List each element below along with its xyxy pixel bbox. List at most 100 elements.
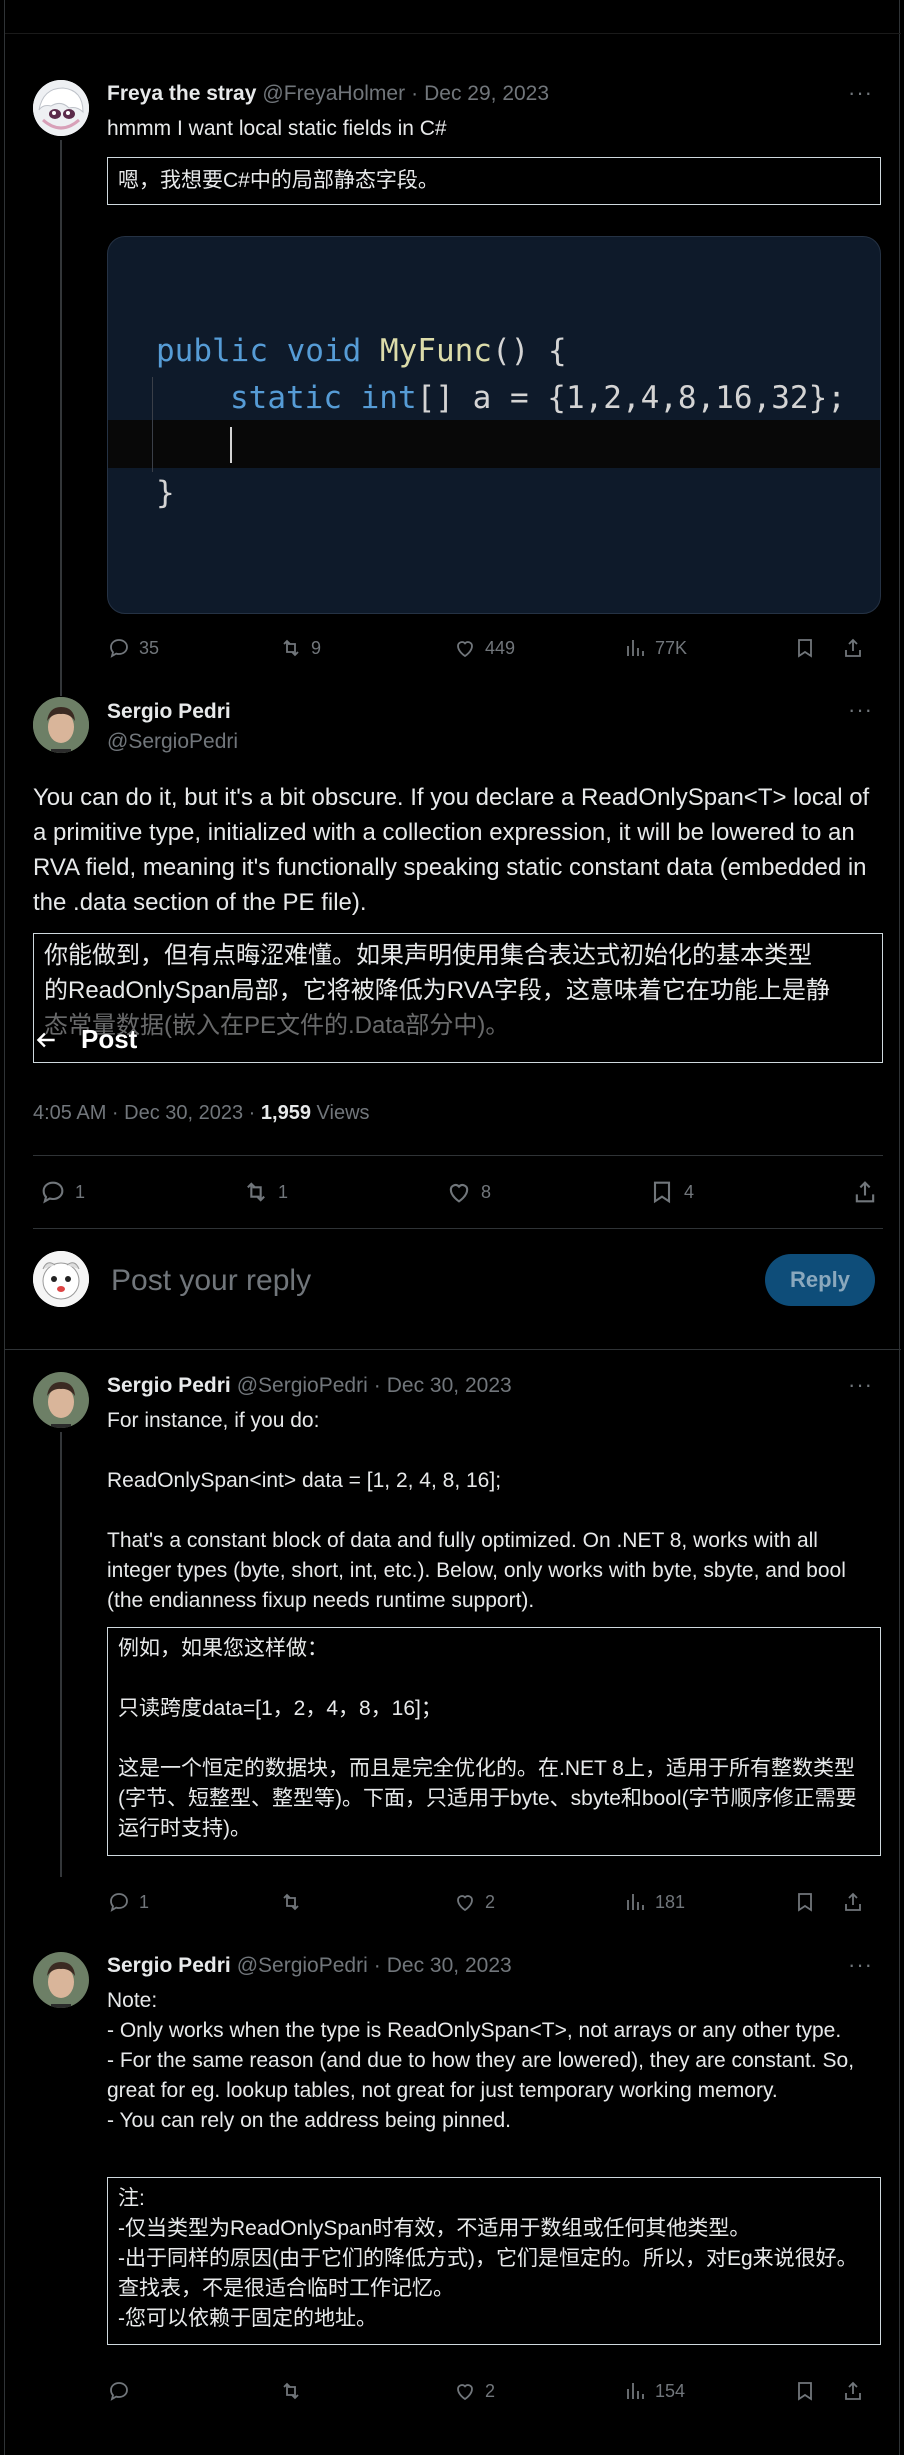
code-image[interactable]: public void MyFunc() { static int[] a = …	[107, 236, 881, 614]
reply-button[interactable]	[107, 2379, 279, 2403]
tweet-text-line: For instance, if you do:	[107, 1409, 320, 1432]
reply-button[interactable]: 1	[39, 1178, 85, 1206]
share-button[interactable]	[841, 2379, 865, 2403]
thread-line	[60, 140, 62, 696]
author-handle[interactable]: @SergioPedri	[237, 1954, 368, 1977]
like-button[interactable]: 2	[453, 1890, 623, 1914]
views-button[interactable]: 181	[623, 1890, 793, 1914]
like-button[interactable]: 2	[453, 2379, 623, 2403]
back-arrow-icon[interactable]	[33, 1027, 59, 1053]
views-button[interactable]: 77K	[623, 636, 793, 660]
share-button[interactable]	[841, 1890, 865, 1914]
reply-submit-button[interactable]: Reply	[765, 1254, 875, 1306]
code-line-2: static int[] a = {1,2,4,8,16,32};	[230, 380, 846, 416]
reply-count: 1	[75, 1181, 86, 1202]
author-name[interactable]: Sergio Pedri	[107, 1374, 231, 1397]
author-name[interactable]: Sergio Pedri	[107, 700, 231, 723]
tweet-actions: 2 154	[107, 2376, 881, 2406]
repost-icon	[283, 639, 299, 657]
main-translation-box: 你能做到，但有点晦涩难懂。如果声明使用集合表达式初始化的基本类型 的ReadOn…	[33, 933, 883, 1063]
reply-icon	[42, 1181, 64, 1204]
dot-separator: ·	[411, 82, 419, 105]
text-cursor	[230, 427, 232, 463]
author-name[interactable]: Sergio Pedri	[107, 1954, 231, 1977]
views-icon	[627, 1894, 644, 1910]
repost-count: 1	[278, 1181, 289, 1202]
repost-button[interactable]: 9	[279, 636, 453, 660]
views-button[interactable]: 154	[623, 2379, 793, 2403]
tweet-header: Sergio Pedri @SergioPedri · Dec 30, 2023	[107, 1374, 512, 1402]
bookmark-button[interactable]	[793, 1890, 841, 1914]
share-icon	[845, 638, 861, 657]
share-icon	[845, 2381, 861, 2400]
repost-icon	[283, 2382, 299, 2400]
like-count: 2	[485, 1891, 496, 1912]
tweet-header: Freya the stray @FreyaHolmer · Dec 29, 2023	[107, 82, 549, 110]
tweet-date[interactable]: Dec 29, 2023	[424, 82, 549, 105]
tweet-date[interactable]: Dec 30, 2023	[387, 1954, 512, 1977]
tweet-date[interactable]: Dec 30, 2023	[387, 1374, 512, 1397]
reply-button[interactable]: 35	[107, 636, 279, 660]
tweet-header: Sergio Pedri @SergioPedri · Dec 30, 2023	[107, 1954, 512, 1982]
main-actions: 1 1 8 4	[39, 1175, 879, 1209]
avatar[interactable]	[33, 697, 89, 753]
translation-line: 注:	[118, 2187, 145, 2210]
top-strip	[5, 0, 901, 34]
bookmark-icon	[798, 2382, 812, 2401]
more-icon[interactable]: ···	[848, 1952, 873, 1978]
views-count: 77K	[655, 637, 688, 658]
tweet-text-line: ReadOnlySpan<int> data = [1, 2, 4, 8, 16…	[107, 1469, 502, 1492]
divider	[33, 1155, 883, 1156]
code-text: () {	[491, 333, 567, 369]
like-icon	[457, 2384, 473, 2401]
author-handle[interactable]: @SergioPedri	[107, 730, 238, 753]
code-keyword: static int	[230, 380, 417, 416]
avatar[interactable]	[33, 1952, 89, 2008]
views-label: Views	[310, 1102, 370, 1124]
bookmark-button[interactable]	[793, 636, 841, 660]
repost-icon	[247, 1182, 265, 1202]
post-time[interactable]: 4:05 AM · Dec 30, 2023 ·	[33, 1102, 261, 1124]
like-count: 2	[485, 2380, 496, 2401]
reply-input[interactable]: Post your reply	[111, 1264, 311, 1298]
author-handle[interactable]: @SergioPedri	[237, 1374, 368, 1397]
share-button[interactable]	[851, 1178, 879, 1206]
dot-separator: ·	[373, 1374, 381, 1397]
repost-button[interactable]	[279, 2379, 453, 2403]
reply-icon	[110, 1893, 128, 1912]
bookmark-button[interactable]	[793, 2379, 841, 2403]
timeline-column: Freya the stray @FreyaHolmer · Dec 29, 2023…	[4, 0, 901, 2455]
more-icon[interactable]: ···	[848, 1372, 873, 1398]
reply-icon	[110, 2382, 128, 2401]
like-button[interactable]: 449	[453, 636, 623, 660]
divider	[33, 1228, 883, 1229]
tweet-text-line: Note:	[107, 1989, 158, 2012]
reply-composer: Post your reply Reply	[5, 1230, 901, 1350]
more-icon[interactable]: ···	[848, 697, 873, 723]
translation-line: 只读跨度data=[1，2，4，8，16]；	[118, 1697, 442, 1720]
translation-line: 态常量数据(嵌入在PE文件的.Data部分中)。	[44, 1012, 510, 1039]
bookmark-count: 4	[684, 1181, 695, 1202]
author-handle[interactable]: @FreyaHolmer	[262, 82, 405, 105]
avatar[interactable]	[33, 1251, 89, 1307]
like-icon	[457, 1895, 473, 1912]
repost-button[interactable]: 1	[242, 1178, 288, 1206]
author-name[interactable]: Freya the stray	[107, 82, 256, 105]
avatar[interactable]	[33, 1372, 89, 1428]
translation-box: 注: -仅当类型为ReadOnlySpan时有效，不适用于数组或任何其他类型。 …	[107, 2177, 881, 2345]
like-count: 449	[485, 637, 516, 658]
translation-line: 这是一个恒定的数据块，而且是完全优化的。在.NET 8上，适用于所有整数类型(字…	[118, 1757, 857, 1840]
more-icon[interactable]: ···	[848, 80, 873, 106]
share-button[interactable]	[841, 636, 865, 660]
reply-button[interactable]: 1	[107, 1890, 279, 1914]
avatar[interactable]	[33, 80, 89, 136]
translation-box: 例如，如果您这样做： 只读跨度data=[1，2，4，8，16]； 这是一个恒定…	[107, 1627, 881, 1856]
code-function: MyFunc	[379, 333, 492, 369]
repost-button[interactable]	[279, 1890, 453, 1914]
like-button[interactable]: 8	[445, 1178, 491, 1206]
tweet-text-line: - For the same reason (and due to how th…	[107, 2049, 855, 2102]
bookmark-button[interactable]: 4	[648, 1178, 694, 1206]
translation-line: -出于同样的原因(由于它们的降低方式)，它们是恒定的。所以，对Eg来说很好。查找…	[118, 2247, 858, 2300]
